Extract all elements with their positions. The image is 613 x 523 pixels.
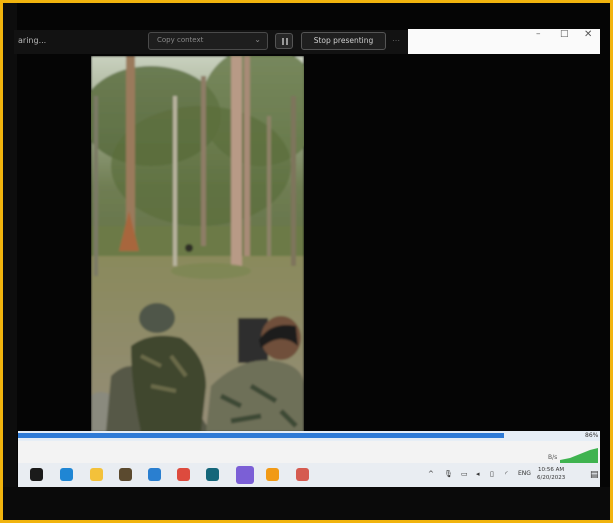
store-icon[interactable] [119, 468, 132, 481]
clock-date: 6/20/2023 [537, 475, 566, 481]
video-frame-image [91, 56, 304, 432]
file-explorer-icon[interactable] [90, 468, 103, 481]
teams-icon[interactable] [236, 466, 254, 484]
left-side-bar [3, 3, 17, 517]
mail-icon[interactable] [148, 468, 161, 481]
edge-icon[interactable] [60, 468, 73, 481]
network-speed-label: B/s [548, 454, 558, 461]
stop-presenting-button[interactable]: Stop presenting [301, 32, 386, 50]
close-button[interactable]: ✕ [584, 29, 592, 40]
minimize-button[interactable]: – [536, 29, 541, 39]
video-player[interactable] [91, 56, 304, 432]
volume-icon[interactable]: ◂ [476, 470, 480, 478]
battery-icon[interactable]: ▯ [490, 470, 494, 478]
wifi-icon[interactable]: ◜ [505, 470, 508, 478]
vlc-icon[interactable] [266, 468, 279, 481]
status-strip [18, 441, 600, 463]
language-indicator[interactable]: ENG [518, 470, 531, 477]
screen-select-value: Copy context [157, 36, 204, 44]
windows-start-icon[interactable] [30, 468, 43, 481]
clock-time: 10:56 AM [538, 467, 565, 473]
progress-bar-fill [18, 433, 504, 438]
chrome-icon[interactable] [177, 468, 190, 481]
screen-select-dropdown[interactable]: Copy context ⌄ [148, 32, 268, 50]
pause-share-button[interactable] [275, 33, 293, 49]
tray-chevron-icon[interactable]: ^ [428, 470, 434, 478]
microphone-icon[interactable]: 🎙 [444, 470, 453, 478]
notification-icon[interactable]: ▤ [590, 470, 599, 480]
media-icon[interactable] [296, 468, 309, 481]
progress-percent: 86% [585, 432, 599, 439]
share-status-text: aring... [18, 36, 47, 45]
maximize-button[interactable]: □ [560, 29, 569, 39]
taskbar-clock[interactable]: 10:56 AM 6/20/2023 [537, 466, 565, 482]
network-speed-graph [560, 448, 598, 463]
address-panel [408, 29, 600, 54]
chevron-down-icon: ⌄ [254, 35, 261, 44]
windows-taskbar [18, 463, 600, 487]
terminal-icon[interactable] [206, 468, 219, 481]
bottom-black-area [3, 487, 610, 520]
more-options-icon[interactable]: ⋯ [392, 36, 400, 45]
network-icon[interactable]: ▭ [461, 470, 468, 478]
